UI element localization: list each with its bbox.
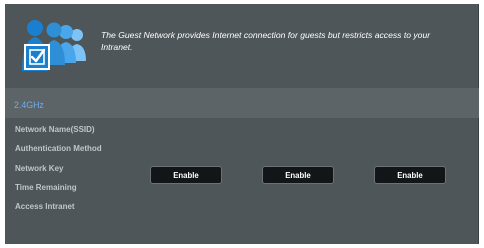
label-authentication-method: Authentication Method [15,144,102,153]
band-label: 2.4GHz [14,100,44,110]
enable-button-3[interactable]: Enable [374,166,446,184]
band-header [5,88,479,118]
label-access-intranet: Access Intranet [15,202,75,211]
label-network-name: Network Name(SSID) [15,125,95,134]
label-time-remaining: Time Remaining [15,183,77,192]
guest-network-icon [13,19,93,77]
enable-button-1[interactable]: Enable [150,166,222,184]
enable-button-2[interactable]: Enable [262,166,334,184]
label-network-key: Network Key [15,164,64,173]
guest-network-description: The Guest Network provides Internet conn… [101,30,431,52]
